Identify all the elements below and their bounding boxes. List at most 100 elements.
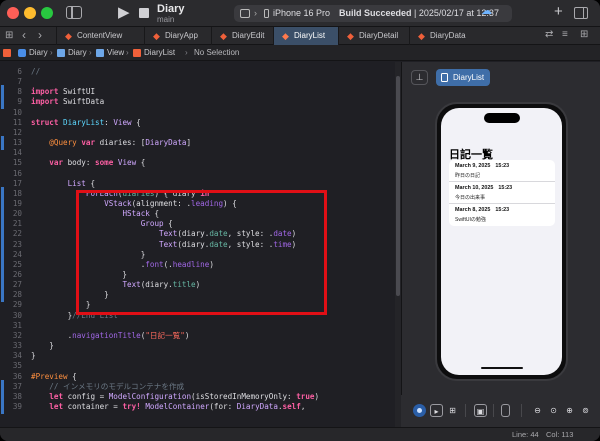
entry-title: 昨日の日記 [455,172,481,179]
preview-canvas: ⊥ DiaryList 日記一覧 March 9, 2025 15:23 昨日の日記… [401,62,600,427]
tab-label: DiaryData [430,31,466,40]
list-item[interactable]: March 10, 2025 15:23 今日の出来事 [449,182,555,204]
play-icon[interactable]: ▶ [118,5,130,21]
breadcrumb-project[interactable]: Diary [29,45,48,61]
swift-file-icon [3,49,11,57]
back-chevron-icon[interactable]: ‹ [22,28,26,42]
folder-icon [57,49,65,57]
tab-diaryedit[interactable]: ◆ DiaryEdit [211,27,273,45]
minimize-window-button[interactable] [24,7,36,19]
tab-diarylist[interactable]: ◆ DiaryList [273,27,338,45]
project-icon [18,49,26,57]
project-name: Diary [157,3,185,15]
diary-list: March 9, 2025 15:23 昨日の日記 March 10, 2025 15:… [449,160,555,226]
variants-grid-icon[interactable]: ⊞ [446,404,459,417]
plus-icon[interactable]: + [554,3,563,20]
swift-file-icon: ◆ [220,31,227,41]
zoom-to-fit-icon[interactable]: ⊙ [547,404,560,417]
highlight-box [76,190,327,315]
title-bar: ▶ Diary main › iPhone 16 Pro Build Succe… [0,0,600,27]
build-status: Build Succeeded | 2025/02/17 at 12:37 [339,5,499,22]
chevron-right-icon: › [89,48,92,57]
swift-file-icon: ◆ [282,31,289,41]
cloud-icon[interactable]: ☁ [481,4,492,17]
folder-icon [96,49,104,57]
sidebar-toggle-icon[interactable] [66,6,82,19]
tab-label: DiaryList [294,31,326,40]
device-icon[interactable] [501,404,510,417]
add-editor-icon[interactable]: ⊞ [580,29,588,40]
iphone-preview[interactable]: 日記一覧 March 9, 2025 15:23 昨日の日記 March 10, 20… [435,102,568,381]
iphone-icon [264,9,269,18]
tab-label: DiaryEdit [232,31,265,40]
entry-datetime: March 10, 2025 15:23 [455,185,512,191]
breadcrumb-group-diary[interactable]: Diary [68,45,87,61]
tab-label: DiaryApp [165,31,198,40]
entry-title: 今日の出来事 [455,194,486,201]
zoom-in-icon[interactable]: ⊕ [563,404,576,417]
list-item[interactable]: March 9, 2025 15:23 昨日の日記 [449,160,555,182]
forward-chevron-icon[interactable]: › [38,28,42,42]
preview-chip[interactable]: DiaryList [436,69,490,86]
code-text: let container = try! ModelContainer(for:… [49,401,306,411]
cursor-column: Col: 113 [546,430,574,439]
tab-diarydata[interactable]: ◆ DiaryData [409,27,478,45]
status-bar: Line: 44 Col: 113 [0,427,600,441]
scheme-status-bar[interactable]: › iPhone 16 Pro Build Succeeded | 2025/0… [234,5,512,22]
swift-file-icon: ◆ [418,31,425,41]
xcode-window: ▶ Diary main › iPhone 16 Pro Build Succe… [0,0,600,441]
tab-label: DiaryDetail [359,31,399,40]
tab-label: ContentView [77,31,123,40]
entry-date: March 10, 2025 [455,185,494,191]
entry-date: March 9, 2025 [455,163,491,169]
chevron-right-icon: › [126,48,129,57]
swap-arrows-icon[interactable]: ⇄ [545,29,553,40]
entry-date: March 8, 2025 [455,207,491,213]
inspector-toggle-icon[interactable] [574,7,588,19]
iphone-icon [441,73,448,82]
live-preview-icon[interactable] [413,404,426,417]
breadcrumb-selection[interactable]: No Selection [194,45,239,61]
swift-file-icon: ◆ [153,31,160,41]
adjust-editor-icon[interactable]: ≡ [562,29,568,40]
tab-contentview[interactable]: ◆ ContentView [56,27,144,45]
phone-screen: 日記一覧 March 9, 2025 15:23 昨日の日記 March 10, 20… [441,108,562,375]
home-indicator [481,367,523,369]
entry-time: 15:23 [498,185,513,191]
pin-icon[interactable]: ⊥ [411,70,428,85]
build-status-bold: Build Succeeded [339,8,412,18]
selectable-mode-icon[interactable]: ▸ [430,404,443,417]
preview-chip-label: DiaryList [453,73,485,82]
close-window-button[interactable] [7,7,19,19]
tab-diaryapp[interactable]: ◆ DiaryApp [144,27,211,45]
entry-datetime: March 9, 2025 15:23 [455,163,509,169]
scheme-icon [240,9,250,18]
source-editor[interactable]: 6//7 8 import SwiftUI 9 import SwiftData 10 11… [0,62,394,427]
entry-title: SwiftUIの勉強 [455,216,486,223]
list-item[interactable]: March 8, 2025 15:23 SwiftUIの勉強 [449,204,555,226]
zoom-out-icon[interactable]: ⊖ [531,404,544,417]
breadcrumb-group-view[interactable]: View [107,45,124,61]
dynamic-island [484,113,520,123]
run-destination[interactable]: iPhone 16 Pro [273,5,330,22]
tab-diarydetail[interactable]: ◆ DiaryDetail [338,27,409,45]
editor-tab-bar: ⊞ ‹ › ◆ ContentView ◆ DiaryApp ◆ DiaryEdit ◆ Di… [0,27,600,45]
stop-icon[interactable] [139,8,149,18]
entry-time: 15:23 [495,207,510,213]
swift-file-icon: ◆ [65,31,72,41]
editor-scroll-thumb[interactable] [396,76,400,296]
branch-name: main [157,15,175,24]
code-line[interactable]: 39 let container = try! ModelContainer(f… [0,399,394,414]
canvas-device-settings-icon[interactable]: ▣ [474,404,487,417]
chevron-right-icon: › [50,48,53,57]
entry-datetime: March 8, 2025 15:23 [455,207,509,213]
breadcrumb: Diary › Diary › View › DiaryList › No Se… [0,45,600,61]
breadcrumb-file[interactable]: DiaryList [144,45,175,61]
zoom-window-button[interactable] [41,7,53,19]
zoom-actual-size-icon[interactable]: ⊚ [579,404,592,417]
chevron-right-icon: › [185,48,188,57]
divider [493,404,494,417]
line-number: 39 [12,401,22,411]
cursor-line: Line: 44 [512,430,539,439]
related-items-grid-icon[interactable]: ⊞ [5,30,13,41]
